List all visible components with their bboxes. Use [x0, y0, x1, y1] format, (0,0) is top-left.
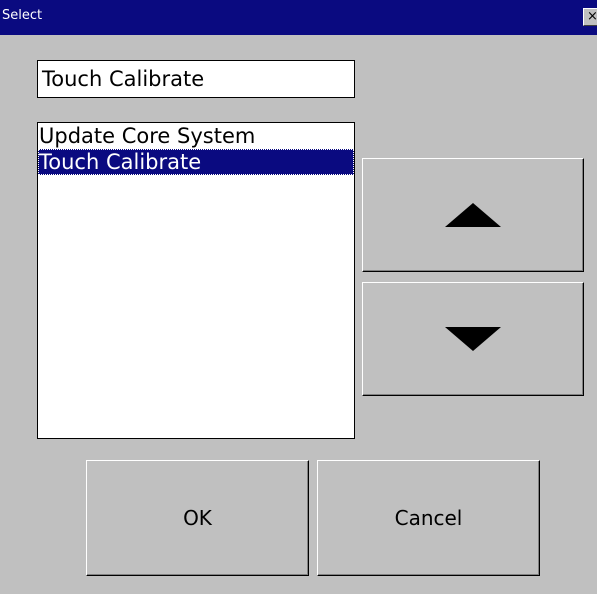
arrow-down-icon [445, 327, 501, 351]
list-item-touch-calibrate[interactable]: Touch Calibrate [38, 149, 354, 175]
ok-button[interactable]: OK [86, 460, 309, 576]
selected-item-field[interactable]: Touch Calibrate [37, 60, 355, 98]
cancel-button[interactable]: Cancel [317, 460, 540, 576]
move-up-button[interactable] [362, 158, 584, 272]
list-item-update-core-system[interactable]: Update Core System [38, 123, 354, 149]
select-dialog: Select × Touch Calibrate Update Core Sys… [0, 0, 597, 594]
title-bar[interactable]: Select × [0, 0, 597, 35]
close-icon: × [587, 9, 597, 24]
ok-button-label: OK [183, 506, 212, 530]
move-down-button[interactable] [362, 282, 584, 396]
arrow-up-icon [445, 203, 501, 227]
cancel-button-label: Cancel [394, 506, 463, 530]
close-button[interactable]: × [583, 8, 597, 26]
window-title: Select [2, 8, 43, 23]
options-listbox[interactable]: Update Core System Touch Calibrate [37, 122, 355, 439]
